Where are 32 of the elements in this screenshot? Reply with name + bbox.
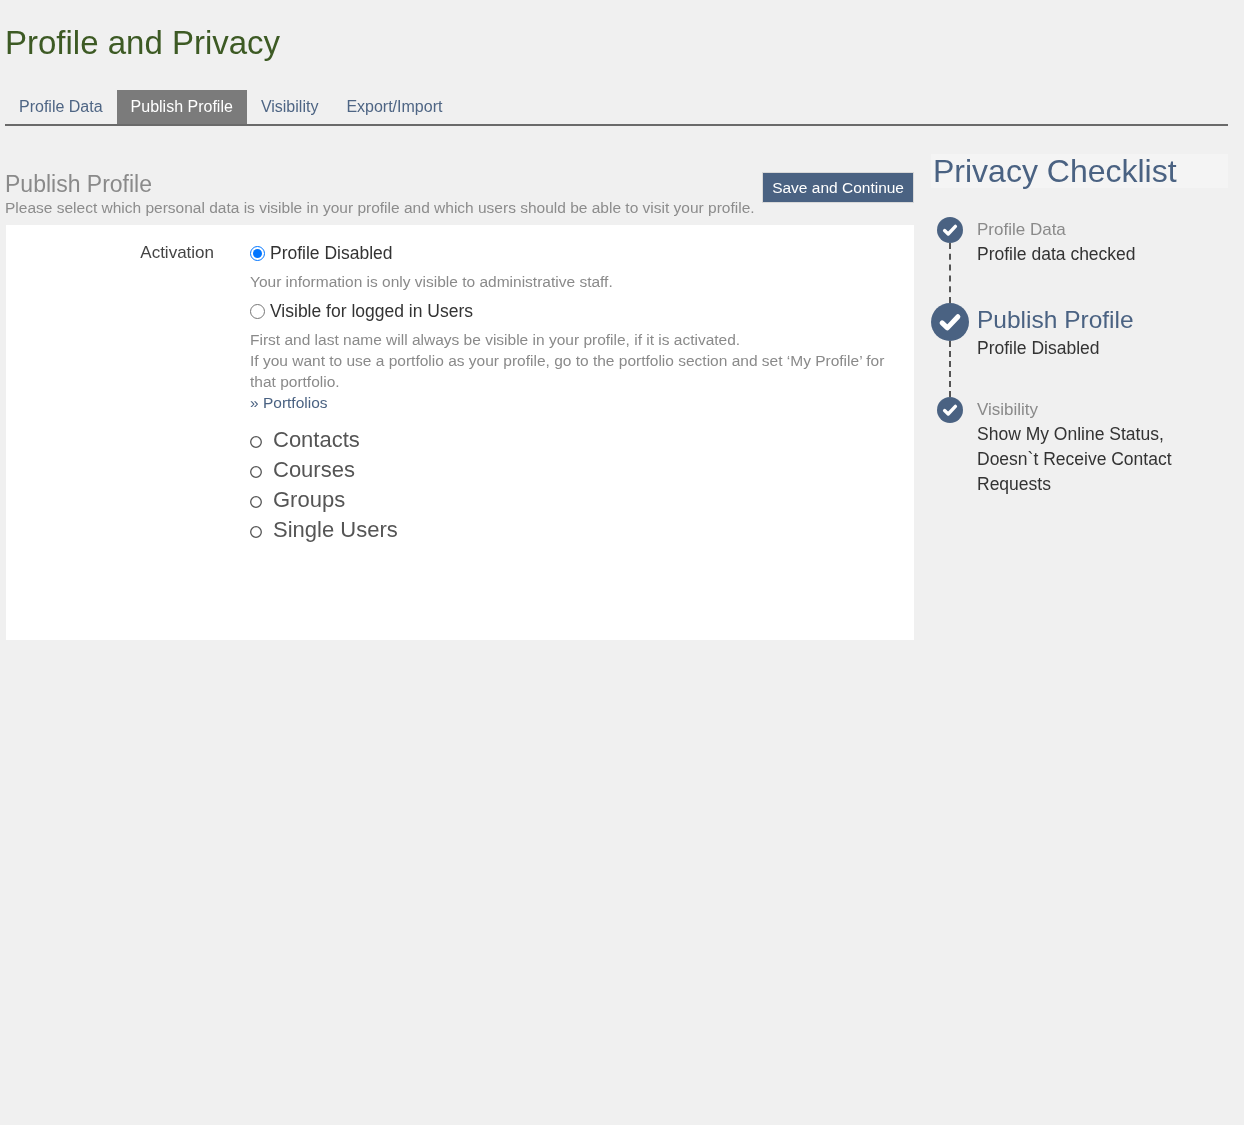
circle-bullet-icon xyxy=(250,465,262,478)
save-button[interactable]: Save and Continue xyxy=(762,172,914,203)
portfolios-link[interactable]: » Portfolios xyxy=(250,392,328,413)
option-label[interactable]: Profile Disabled xyxy=(270,242,393,264)
help-text: If you want to use a portfolio as your profile, go to the portfolio section and set ‘My Profile’ for that portfolio. xyxy=(250,351,886,392)
circle-bullet-icon xyxy=(250,435,262,448)
page-title: Profile and Privacy xyxy=(5,23,282,62)
tab[interactable]: Export/Import xyxy=(332,90,457,124)
help-text: Your information is only visible to administrative staff. xyxy=(250,272,613,292)
audience-option: Courses xyxy=(273,457,355,483)
option-label[interactable]: Visible for logged in Users xyxy=(270,300,473,322)
step-status: Profile Disabled xyxy=(977,337,1101,360)
circle-bullet-icon xyxy=(250,525,262,538)
step-title: Profile Data xyxy=(977,219,1067,241)
audience-option: Single Users xyxy=(273,517,398,543)
field-label: Activation xyxy=(139,242,214,264)
tab[interactable]: Profile Data xyxy=(5,90,117,124)
tab[interactable]: Visibility xyxy=(246,90,333,124)
step-status: Profile data checked xyxy=(977,243,1136,266)
help-text: First and last name will always be visible in your profile, if it is activated. xyxy=(250,330,741,350)
circle-bullet-icon xyxy=(250,495,262,508)
audience-option: Contacts xyxy=(273,427,360,453)
section-title: Publish Profile xyxy=(5,171,154,197)
radio-button[interactable] xyxy=(250,245,265,261)
audience-option: Groups xyxy=(273,487,346,513)
step-title: Visibility xyxy=(977,399,1040,421)
section-description: Please select which personal data is visible in your profile and which users should be able to visit your profile. xyxy=(5,198,755,218)
radio-button[interactable] xyxy=(250,303,265,319)
step-title: Publish Profile xyxy=(977,305,1134,335)
checklist-title: Privacy Checklist xyxy=(931,154,1228,188)
step-status: Show My Online Status, Doesn`t Receive Contact Requests xyxy=(977,423,1173,496)
tab[interactable]: Publish Profile xyxy=(116,90,247,124)
